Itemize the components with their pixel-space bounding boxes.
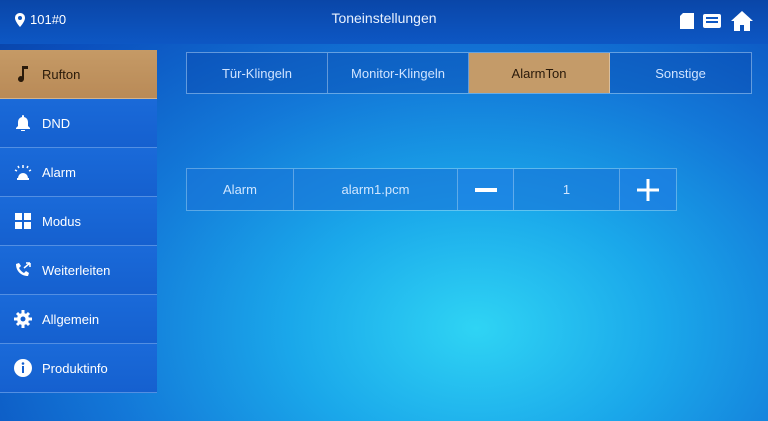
plus-icon <box>637 178 659 201</box>
minus-icon <box>474 187 497 192</box>
alarm-file-select[interactable]: alarm1.pcm <box>294 169 458 210</box>
volume-value: 1 <box>514 169 620 210</box>
alarm-siren-icon <box>14 163 32 181</box>
gear-icon <box>14 310 32 328</box>
sidebar-item-label: Modus <box>42 213 82 229</box>
sidebar-item-label: Rufton <box>42 66 81 82</box>
home-icon[interactable] <box>730 10 754 37</box>
sidebar-item-weiterleiten[interactable]: Weiterleiten <box>0 246 157 295</box>
grid-icon <box>14 212 32 230</box>
sidebar-item-label: Allgemein <box>42 311 100 327</box>
sidebar-item-label: Weiterleiten <box>42 262 111 278</box>
sidebar-item-alarm[interactable]: Alarm <box>0 148 157 197</box>
tab-tuer-klingeln[interactable]: Tür-Klingeln <box>187 53 328 93</box>
sidebar-item-label: DND <box>42 115 71 131</box>
alarm-tone-row: Alarm alarm1.pcm 1 <box>186 168 677 211</box>
sidebar-item-rufton[interactable]: Rufton <box>0 50 157 99</box>
top-bar: 101#0 Toneinstellungen <box>0 0 768 44</box>
music-note-icon <box>14 65 32 83</box>
volume-decrease-button[interactable] <box>458 169 514 210</box>
sidebar-item-dnd[interactable]: DND <box>0 99 157 148</box>
volume-increase-button[interactable] <box>620 169 676 210</box>
sd-card-icon <box>680 13 694 34</box>
sidebar: Rufton DND Alarm Modus Weiterleiten Allg… <box>0 50 157 393</box>
tab-alarmton[interactable]: AlarmTon <box>469 53 610 93</box>
sidebar-item-modus[interactable]: Modus <box>0 197 157 246</box>
alarm-label: Alarm <box>187 169 294 210</box>
sidebar-item-allgemein[interactable]: Allgemein <box>0 295 157 344</box>
message-icon[interactable] <box>702 13 722 34</box>
sidebar-item-label: Alarm <box>42 164 76 180</box>
call-forward-icon <box>14 261 32 279</box>
bell-icon <box>14 114 32 132</box>
sidebar-item-produktinfo[interactable]: Produktinfo <box>0 344 157 393</box>
tab-sonstige[interactable]: Sonstige <box>610 53 751 93</box>
info-icon <box>14 359 32 377</box>
tab-bar: Tür-Klingeln Monitor-Klingeln AlarmTon S… <box>186 52 752 94</box>
page-title: Toneinstellungen <box>331 10 437 26</box>
tab-monitor-klingeln[interactable]: Monitor-Klingeln <box>328 53 469 93</box>
sidebar-item-label: Produktinfo <box>42 360 108 376</box>
